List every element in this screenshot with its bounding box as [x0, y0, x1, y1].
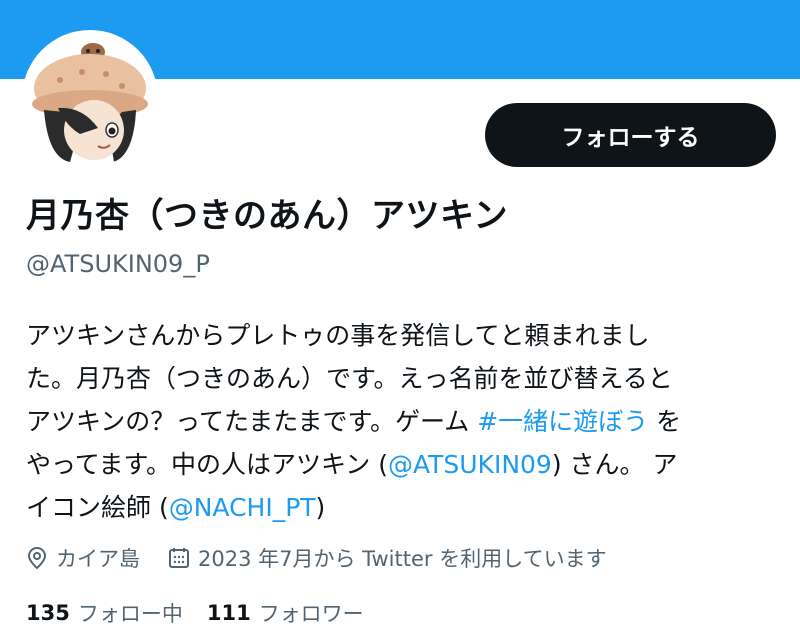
bio-text: ) — [315, 493, 326, 522]
follow-button[interactable]: フォローする — [485, 103, 776, 167]
location-pin-icon — [27, 546, 47, 570]
display-name: 月乃杏（つきのあん）アツキン — [26, 196, 508, 236]
followers-label: フォロワー — [258, 602, 364, 626]
bio-line: アツキンの？ってたまたまです。ゲーム #一緒に遊ぼう を — [26, 400, 776, 443]
followers-link[interactable]: 111 フォロワー — [207, 598, 364, 628]
joined-text: 2023 年7月から Twitter を利用しています — [198, 547, 607, 571]
bio-line: アツキンさんからプレトゥの事を発信してと頼まれまし — [26, 321, 650, 350]
following-count: 135 — [26, 601, 70, 625]
bio-line: た。月乃杏（つきのあん）です。えっ名前を並び替えると — [26, 364, 673, 393]
bio-text: やってます。中の人はアツキン ( — [26, 450, 388, 479]
mention-link[interactable]: @ATSUKIN09 — [388, 450, 552, 479]
bio-line: イコン絵師 (@NACHI_PT) — [26, 486, 776, 529]
calendar-icon — [169, 548, 189, 568]
profile-handle: @ATSUKIN09_P — [26, 250, 210, 278]
following-link[interactable]: 135 フォロー中 — [26, 598, 183, 628]
following-label: フォロー中 — [77, 602, 183, 626]
profile-meta: カイア島 2023 年7月から Twitter を利用しています — [26, 540, 607, 576]
joined-item: 2023 年7月から Twitter を利用しています — [168, 543, 607, 573]
followers-count: 111 — [206, 601, 251, 625]
bio-text: ) さん。 ア — [551, 450, 678, 479]
profile-bio: アツキンさんからプレトゥの事を発信してと頼まれまし た。月乃杏（つきのあん）です… — [26, 314, 776, 529]
bio-line: やってます。中の人はアツキン (@ATSUKIN09) さん。 ア — [26, 443, 776, 486]
mention-link[interactable]: @NACHI_PT — [169, 493, 316, 522]
hashtag-link[interactable]: #一緒に遊ぼう — [477, 407, 648, 436]
bio-text: アツキンの？ってたまたまです。ゲーム — [26, 407, 478, 436]
bio-text: を — [648, 407, 682, 436]
avatar[interactable] — [22, 30, 158, 166]
location-item: カイア島 — [26, 543, 140, 573]
bio-text: イコン絵師 ( — [26, 493, 169, 522]
location-text: カイア島 — [56, 547, 140, 571]
profile-stats: 135 フォロー中 111 フォロワー — [26, 596, 388, 630]
